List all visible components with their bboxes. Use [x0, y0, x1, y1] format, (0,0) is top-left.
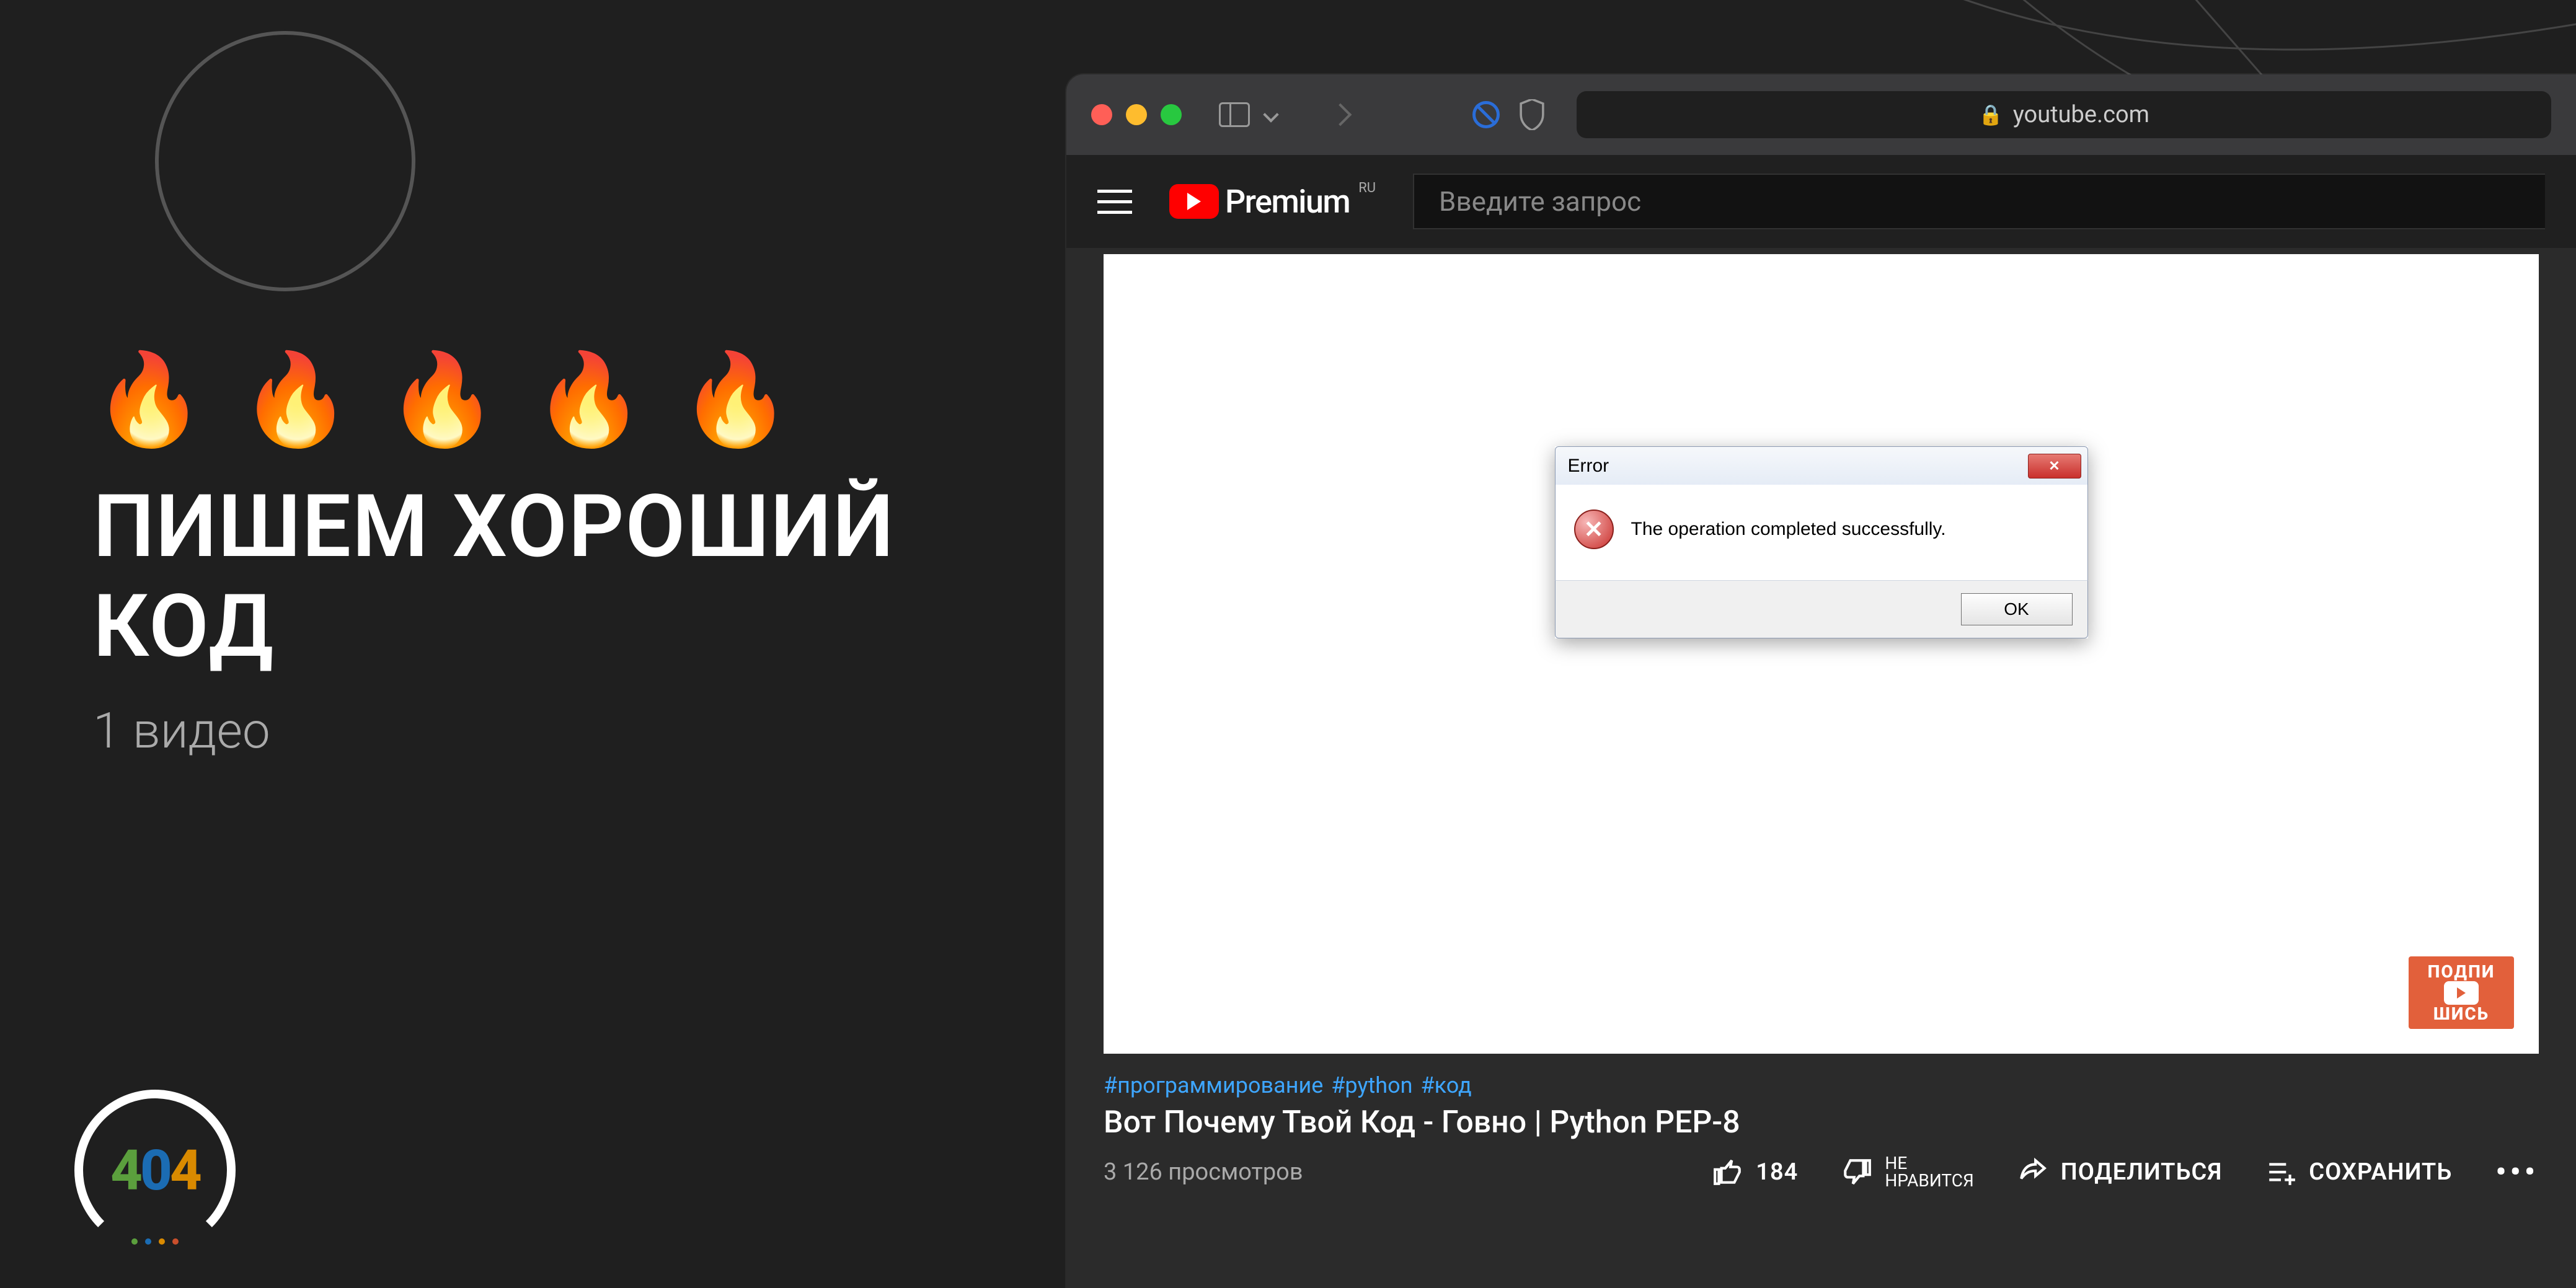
logo-text: 4 0 4: [74, 1090, 236, 1251]
window-traffic-lights: [1091, 104, 1182, 125]
dialog-title: Error: [1568, 456, 1609, 477]
close-window-button[interactable]: [1091, 104, 1112, 125]
dialog-ok-button[interactable]: OK: [1961, 593, 2073, 625]
privacy-shield-icon[interactable]: [1518, 99, 1546, 130]
save-icon: [2265, 1157, 2296, 1188]
logo-0: 0: [140, 1138, 170, 1203]
dialog-body: ✕ The operation completed successfully.: [1555, 485, 2088, 580]
sticker-line2: ШИСЬ: [2412, 1005, 2510, 1023]
title-line-1: ПИШЕМ ХОРОШИЙ: [93, 477, 961, 577]
sticker-line1: ПОДПИ: [2412, 963, 2510, 981]
youtube-logo[interactable]: Premium RU: [1169, 183, 1376, 221]
dialog-titlebar[interactable]: Error ✕: [1555, 446, 2088, 485]
left-panel: 🔥 🔥 🔥 🔥 🔥 ПИШЕМ ХОРОШИЙ КОД 1 видео: [93, 347, 961, 760]
more-actions-button[interactable]: •••: [2495, 1154, 2539, 1189]
youtube-premium-text: Premium: [1225, 183, 1350, 221]
youtube-region-label: RU: [1358, 180, 1376, 196]
playlist-title: ПИШЕМ ХОРОШИЙ КОД: [93, 477, 961, 677]
tab-group-dropdown[interactable]: [1268, 109, 1277, 120]
like-button[interactable]: 184: [1712, 1157, 1798, 1188]
logo-4b: 4: [170, 1138, 200, 1203]
like-count: 184: [1756, 1158, 1798, 1186]
youtube-play-icon: [1169, 184, 1219, 219]
search-placeholder: Введите запрос: [1439, 185, 1641, 218]
dislike-label-line2: НРАВИТСЯ: [1885, 1172, 1973, 1189]
share-label: ПОДЕЛИТЬСЯ: [2061, 1158, 2223, 1186]
sidebar-toggle-button[interactable]: [1219, 102, 1250, 127]
share-icon: [2017, 1157, 2048, 1188]
more-icon: •••: [2495, 1154, 2539, 1189]
maximize-window-button[interactable]: [1161, 104, 1182, 125]
youtube-mini-icon: [2444, 981, 2479, 1005]
safari-toolbar: 🔒 youtube.com: [1066, 74, 2576, 155]
error-icon: ✕: [1574, 509, 1614, 549]
address-bar[interactable]: 🔒 youtube.com: [1577, 91, 2551, 138]
dislike-button[interactable]: НЕ НРАВИТСЯ: [1841, 1155, 1973, 1189]
hashtag-link[interactable]: #код: [1420, 1072, 1471, 1098]
playlist-count: 1 видео: [93, 702, 961, 760]
save-button[interactable]: СОХРАНИТЬ: [2265, 1157, 2452, 1188]
minimize-window-button[interactable]: [1126, 104, 1147, 125]
sticker-icon-row: [2412, 981, 2510, 1005]
dislike-label-line1: НЕ: [1885, 1155, 1973, 1172]
video-player[interactable]: Error ✕ ✕ The operation completed succes…: [1104, 254, 2539, 1054]
channel-logo-404: 4 0 4: [74, 1090, 236, 1251]
hashtag-link[interactable]: #программирование: [1104, 1072, 1323, 1098]
video-meta: #программирование #python #код Вот Почем…: [1104, 1054, 2539, 1189]
dialog-close-button[interactable]: ✕: [2028, 454, 2081, 479]
player-area: Error ✕ ✕ The operation completed succes…: [1066, 254, 2576, 1189]
flames-row: 🔥 🔥 🔥 🔥 🔥: [93, 347, 961, 452]
forward-button[interactable]: [1332, 107, 1348, 123]
windows-error-dialog: Error ✕ ✕ The operation completed succes…: [1555, 446, 2088, 638]
share-button[interactable]: ПОДЕЛИТЬСЯ: [2017, 1157, 2223, 1188]
lock-icon: 🔒: [1978, 103, 2003, 126]
video-title: Вот Почему Твой Код - Говно | Python PEP…: [1104, 1105, 2539, 1140]
url-host: youtube.com: [2013, 101, 2149, 128]
dialog-message: The operation completed successfully.: [1631, 519, 1946, 540]
video-action-row: 3 126 просмотров 184 НЕ НРАВИТСЯ: [1104, 1154, 2539, 1189]
thumb-up-icon: [1712, 1157, 1743, 1188]
browser-window: 🔒 youtube.com Premium RU Введите запрос …: [1066, 74, 2576, 1288]
adblock-icon[interactable]: [1472, 101, 1500, 128]
hamburger-menu-button[interactable]: [1097, 190, 1132, 214]
search-input[interactable]: Введите запрос: [1413, 174, 2545, 229]
subscribe-sticker[interactable]: ПОДПИ ШИСЬ: [2409, 956, 2514, 1029]
youtube-header: Premium RU Введите запрос: [1066, 155, 2576, 248]
decorative-circle: [155, 31, 415, 291]
save-label: СОХРАНИТЬ: [2309, 1158, 2452, 1186]
view-count: 3 126 просмотров: [1104, 1158, 1303, 1186]
logo-4a: 4: [110, 1138, 140, 1203]
video-hashtags: #программирование #python #код: [1104, 1072, 2539, 1098]
dialog-footer: OK: [1555, 580, 2088, 638]
thumb-down-icon: [1841, 1157, 1872, 1188]
title-line-2: КОД: [93, 577, 961, 677]
hashtag-link[interactable]: #python: [1331, 1072, 1412, 1098]
